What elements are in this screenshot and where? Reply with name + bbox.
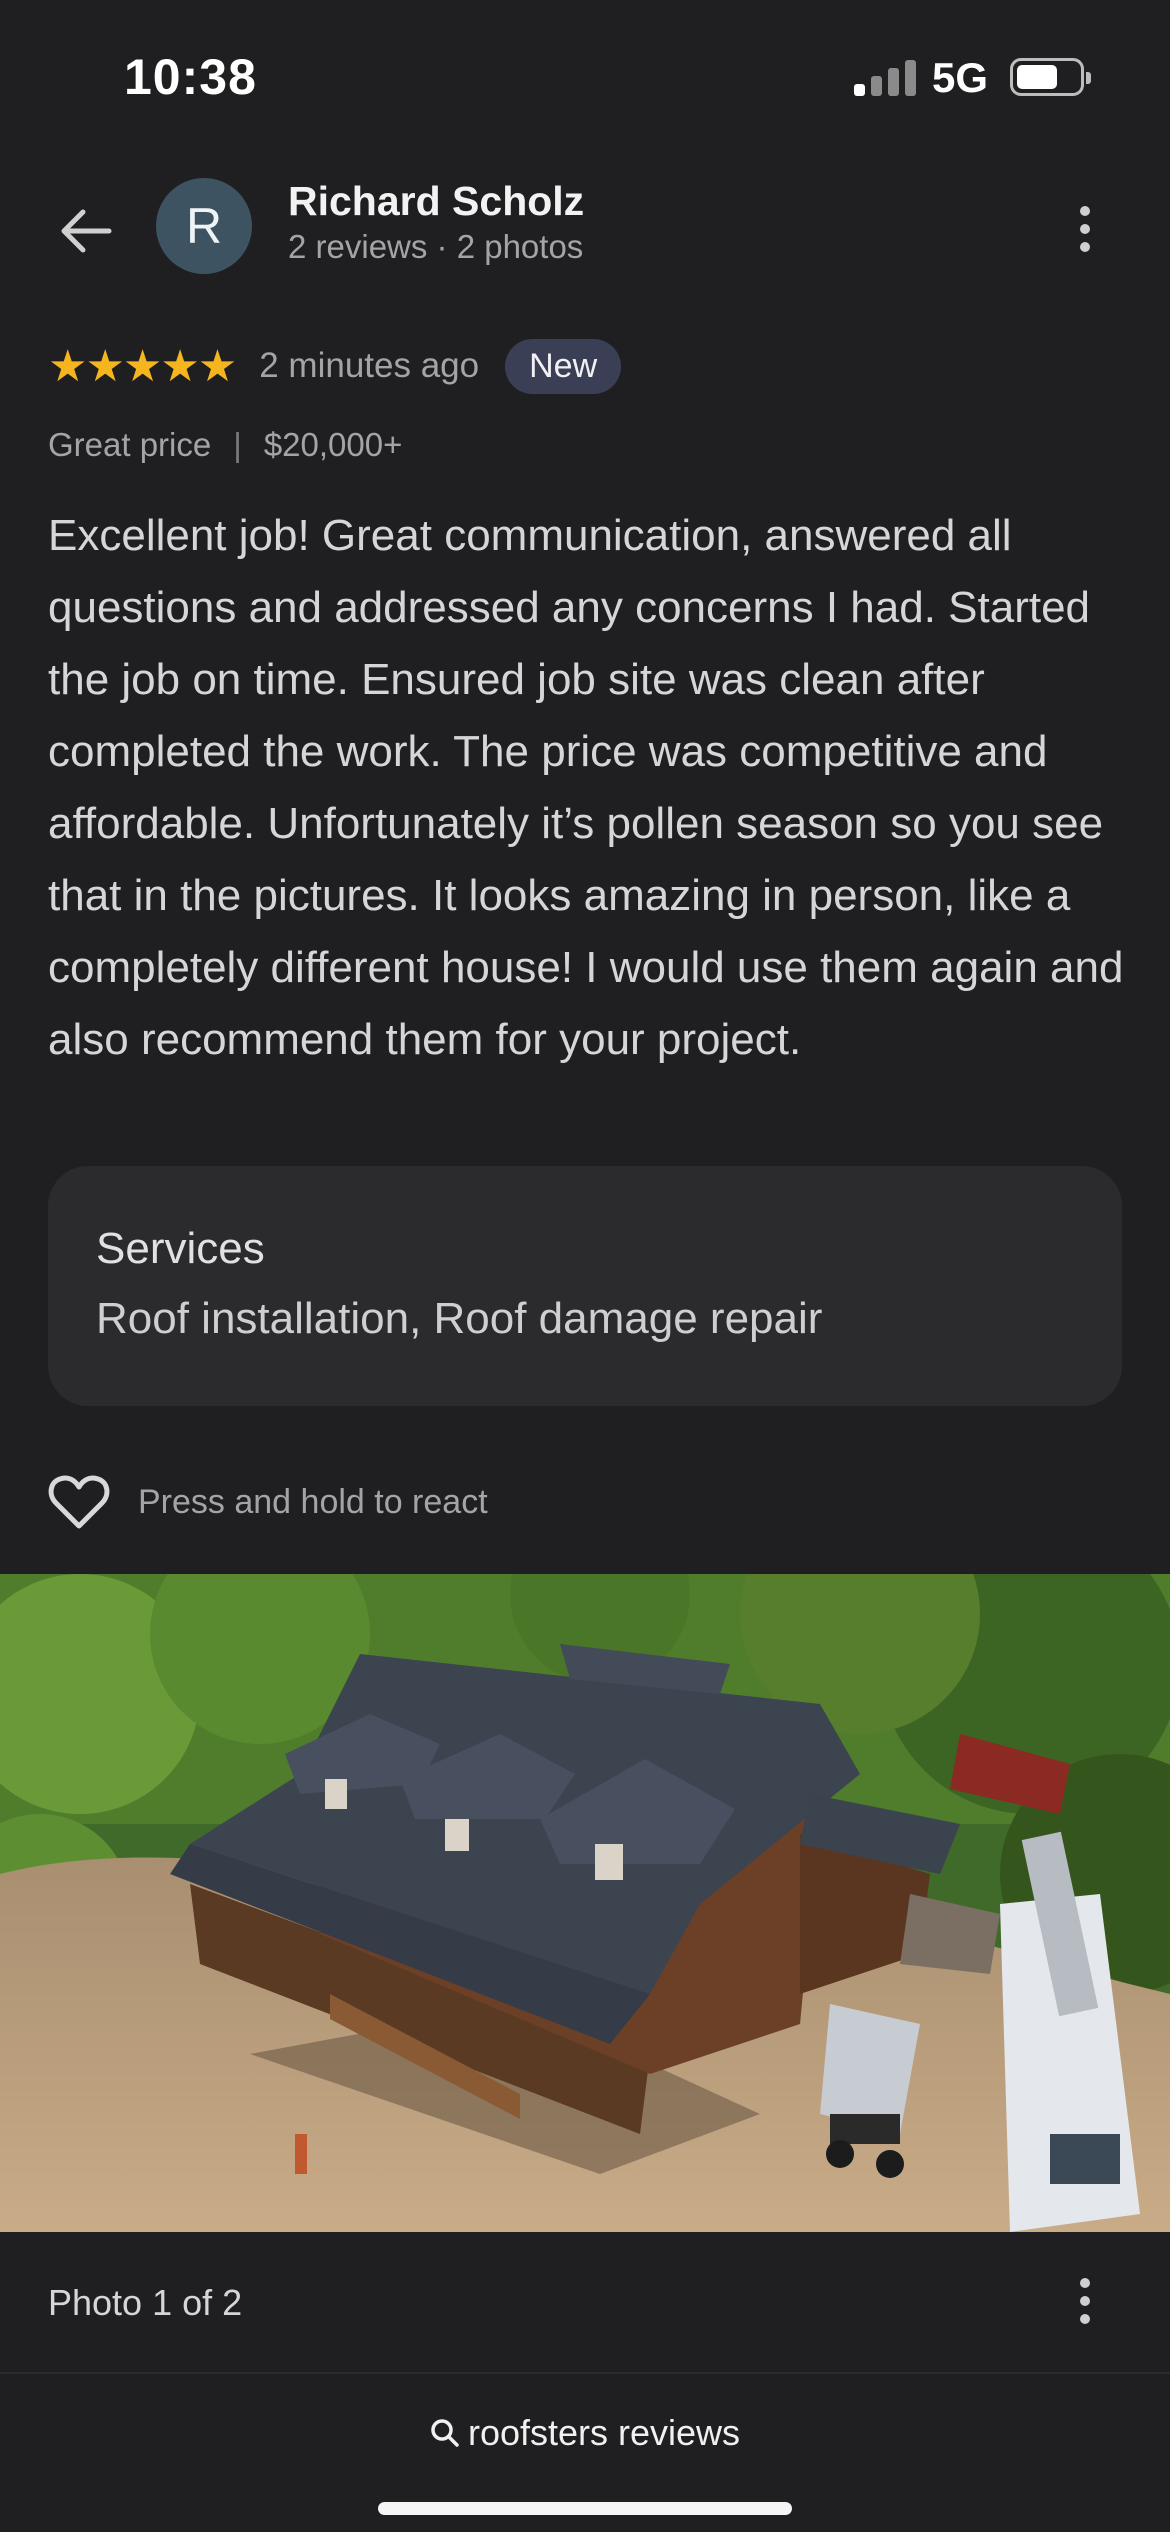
react-label: Press and hold to react: [138, 1482, 488, 1521]
bottom-search-bar: roofsters reviews: [0, 2376, 1170, 2532]
search-query: roofsters reviews: [467, 2412, 741, 2453]
star-rating: ★★★★★: [48, 341, 237, 391]
review-header: R Richard Scholz 2 reviews · 2 photos: [0, 170, 1170, 280]
services-card: Services Roof installation, Roof damage …: [48, 1166, 1122, 1406]
react-row[interactable]: Press and hold to react: [48, 1470, 488, 1534]
photo-more-button[interactable]: [1060, 2266, 1110, 2336]
photo-footer: Photo 1 of 2: [0, 2232, 1170, 2374]
search-query-link[interactable]: roofsters reviews: [0, 2412, 1170, 2454]
status-bar: 10:38 5G: [0, 0, 1170, 150]
home-indicator[interactable]: [378, 2502, 792, 2515]
more-options-button[interactable]: [1060, 194, 1110, 264]
photo-counter: Photo 1 of 2: [48, 2282, 243, 2323]
reviewer-name[interactable]: Richard Scholz: [288, 178, 584, 225]
battery-icon: [1010, 58, 1091, 96]
avatar[interactable]: R: [156, 178, 252, 274]
rating-row: ★★★★★ 2 minutes ago New: [48, 336, 622, 396]
search-icon: [431, 2419, 459, 2447]
status-time: 10:38: [124, 49, 257, 105]
heart-outline-icon[interactable]: [48, 1474, 110, 1530]
services-title: Services: [96, 1224, 265, 1273]
tag-separator: |: [233, 426, 242, 463]
review-photo[interactable]: [0, 1574, 1170, 2232]
back-button[interactable]: [46, 196, 126, 266]
price-quality-tag: Great price: [48, 426, 212, 463]
network-label: 5G: [932, 54, 989, 101]
new-badge: New: [505, 338, 622, 394]
more-vertical-icon: [1080, 206, 1090, 216]
arrow-left-icon: [61, 209, 112, 253]
reviewer-meta: 2 reviews · 2 photos: [288, 228, 584, 265]
signal-icon: [854, 58, 916, 96]
review-text: Excellent job! Great communication, answ…: [48, 511, 1124, 1064]
more-vertical-icon: [1080, 2278, 1090, 2288]
house-photo-illustration: [0, 1574, 1170, 2232]
services-list: Roof installation, Roof damage repair: [96, 1294, 823, 1343]
review-tags: Great price | $20,000+: [48, 426, 402, 464]
review-time: 2 minutes ago: [259, 346, 480, 385]
price-range-tag: $20,000+: [263, 426, 403, 463]
